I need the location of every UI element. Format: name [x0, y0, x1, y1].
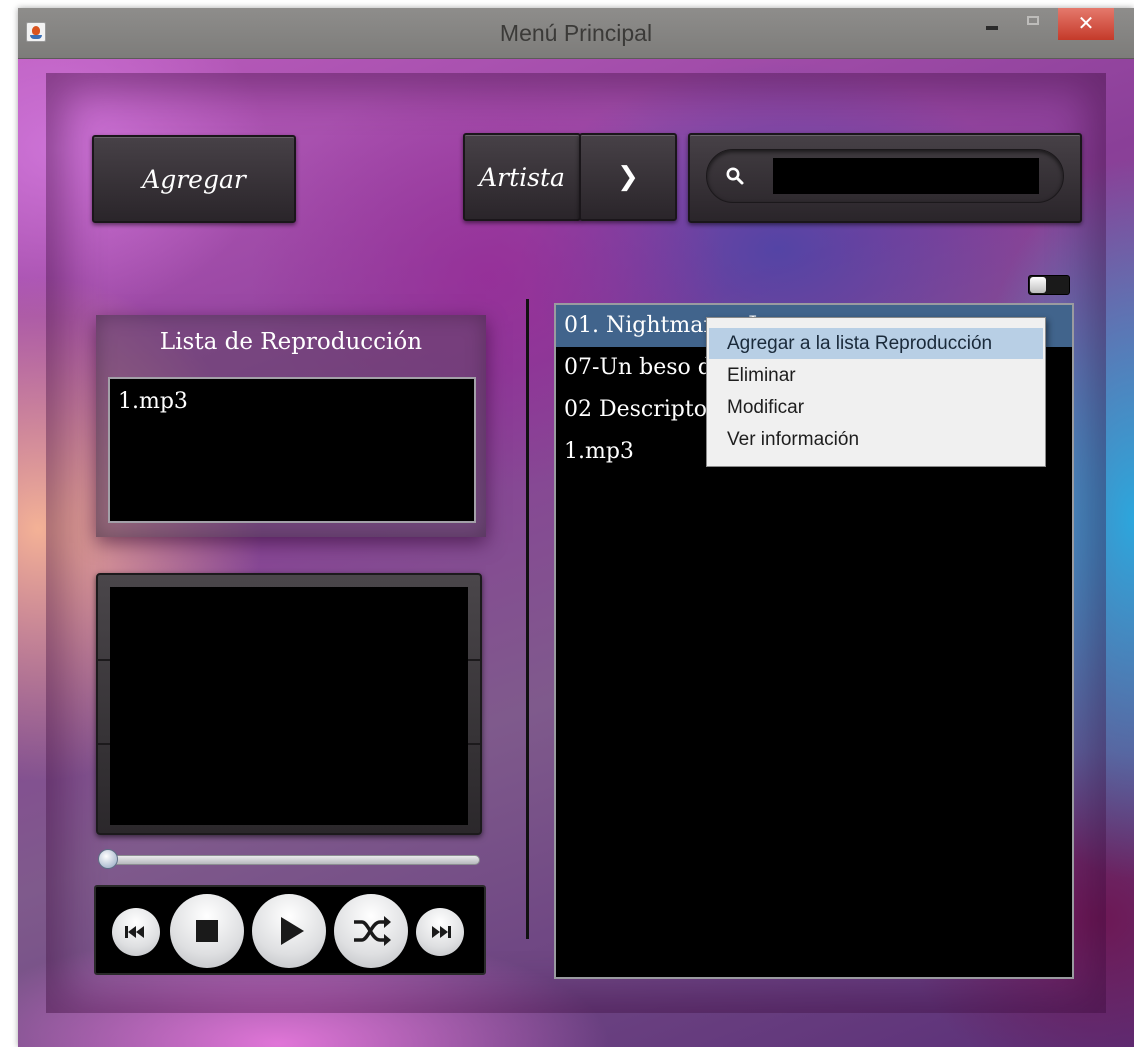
menu-item-add-to-playlist[interactable]: Agregar a la lista Reproducción: [709, 328, 1043, 359]
search-field-container[interactable]: [706, 149, 1064, 203]
title-bar[interactable]: Menú Principal ✕: [18, 8, 1134, 59]
progress-slider-track[interactable]: [98, 855, 480, 865]
add-button[interactable]: Agregar: [92, 135, 296, 223]
playlist-item[interactable]: 1.mp3: [118, 389, 466, 414]
main-panel: Agregar Artista ❯ Lista de Reproducción …: [18, 59, 1134, 1047]
shuffle-icon: [354, 916, 391, 946]
next-filter-button[interactable]: ❯: [579, 133, 677, 221]
playlist-title: Lista de Reproducción: [159, 329, 423, 355]
play-button[interactable]: [252, 894, 326, 968]
video-screen: [110, 587, 468, 825]
playlist-list[interactable]: 1.mp3: [108, 377, 476, 523]
previous-track-icon: [125, 926, 144, 938]
progress-slider-thumb[interactable]: [98, 849, 118, 869]
minimize-button[interactable]: [974, 8, 1014, 34]
window-title: Menú Principal: [499, 20, 653, 46]
play-icon: [281, 917, 304, 945]
shuffle-button[interactable]: [334, 894, 408, 968]
close-button[interactable]: ✕: [1058, 8, 1114, 40]
stop-icon: [196, 920, 218, 942]
search-icon: [726, 167, 744, 185]
artist-filter-button[interactable]: Artista: [463, 133, 581, 221]
menu-item-modify[interactable]: Modificar: [709, 392, 1043, 423]
search-input[interactable]: [773, 158, 1039, 194]
previous-track-button[interactable]: [112, 908, 160, 956]
search-box: [688, 133, 1082, 223]
menu-item-delete[interactable]: Eliminar: [709, 360, 1043, 391]
maximize-button[interactable]: [1022, 8, 1052, 34]
video-panel: [96, 573, 482, 835]
playlist-panel: Lista de Reproducción 1.mp3: [96, 315, 486, 537]
next-track-button[interactable]: [416, 908, 464, 956]
panel-divider: [526, 299, 529, 939]
player-controls: [94, 885, 486, 975]
app-window: Menú Principal ✕ Agregar Artista ❯ Lista…: [18, 8, 1134, 1047]
view-toggle[interactable]: [1028, 275, 1070, 295]
stop-button[interactable]: [170, 894, 244, 968]
song-context-menu: Agregar a la lista Reproducción Eliminar…: [706, 317, 1046, 467]
next-track-icon: [432, 926, 451, 938]
menu-item-view-info[interactable]: Ver información: [709, 424, 1043, 455]
